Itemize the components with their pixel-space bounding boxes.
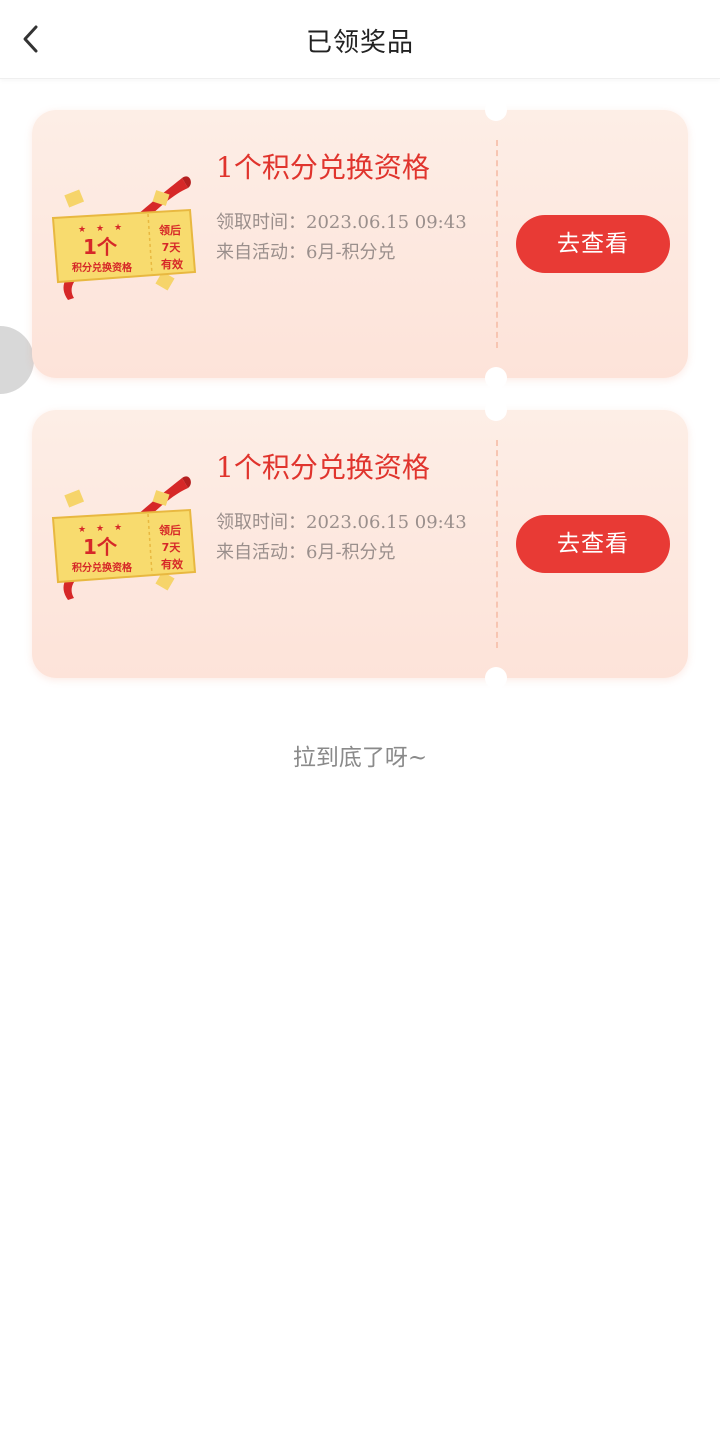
page-title: 已领奖品	[305, 28, 414, 58]
svg-text:有效: 有效	[161, 257, 184, 271]
view-button[interactable]: 去查看	[516, 515, 670, 573]
prize-ticket-icon: ★ ★ ★ 1个 积分兑换资格 领后 7天 有效	[51, 476, 197, 600]
ticket-name: 积分兑换资格	[72, 561, 133, 574]
claim-time: 领取时间：2023.06.15 09:43	[216, 512, 467, 533]
svg-text:★: ★	[114, 523, 122, 533]
svg-text:★: ★	[78, 225, 86, 235]
prize-card: ★ ★ ★ 1个 积分兑换资格 领后 7天 有效 1个积分兑换资格 领取时间：2…	[32, 399, 688, 689]
prize-card: ★ ★ ★ 1个 积分兑换资格 领后 7天 有效 1个积分兑换资格 领取时间：2…	[32, 99, 688, 389]
prize-title: 1个积分兑换资格	[216, 151, 430, 184]
svg-text:领后: 领后	[158, 223, 181, 237]
floating-side-handle[interactable]	[0, 326, 34, 394]
dashed-divider	[496, 440, 498, 648]
list-end-text: 拉到底了呀~	[292, 745, 428, 771]
svg-text:★: ★	[96, 224, 104, 234]
svg-text:★: ★	[96, 524, 104, 534]
svg-text:7天: 7天	[162, 541, 182, 554]
prize-ticket-icon: ★ ★ ★ 1个 积分兑换资格 领后 7天 有效	[51, 176, 197, 300]
ticket-count: 1个	[83, 535, 118, 559]
svg-text:有效: 有效	[161, 557, 184, 571]
svg-text:领后: 领后	[158, 523, 181, 537]
ticket-count: 1个	[83, 235, 118, 259]
svg-text:★: ★	[114, 223, 122, 233]
ticket-name: 积分兑换资格	[72, 261, 133, 274]
source-activity: 来自活动：6月-积分兑	[216, 542, 396, 563]
prize-title: 1个积分兑换资格	[216, 451, 430, 484]
top-nav-bar: 已领奖品	[0, 0, 720, 79]
dashed-divider	[496, 140, 498, 348]
svg-text:★: ★	[78, 525, 86, 535]
claim-time: 领取时间：2023.06.15 09:43	[216, 212, 467, 233]
svg-text:7天: 7天	[162, 241, 182, 254]
source-activity: 来自活动：6月-积分兑	[216, 242, 396, 263]
view-button[interactable]: 去查看	[516, 215, 670, 273]
